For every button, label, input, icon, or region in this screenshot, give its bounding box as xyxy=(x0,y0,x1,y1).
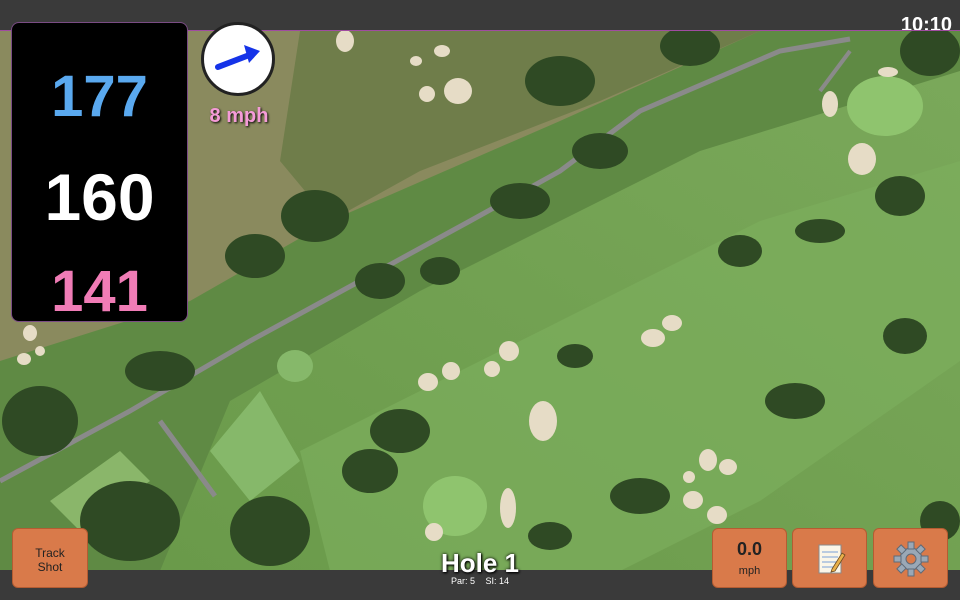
speed-value: 0.0 xyxy=(736,539,763,559)
track-shot-label-line1: Track xyxy=(35,546,65,560)
hole-stroke-index: SI: 14 xyxy=(485,576,510,586)
speed-button[interactable]: 0.0 mph xyxy=(712,528,787,588)
notes-button[interactable] xyxy=(792,528,867,588)
hole-details: Par: 5 SI: 14 xyxy=(380,576,580,586)
gear-icon xyxy=(893,541,928,577)
distance-front: 141 xyxy=(51,259,148,324)
speed-unit: mph xyxy=(738,565,761,577)
wind-arrow-icon xyxy=(215,45,260,70)
track-shot-label-line2: Shot xyxy=(37,560,63,574)
hole-par: Par: 5 xyxy=(450,576,475,586)
wind-indicator xyxy=(201,22,275,96)
settings-button[interactable] xyxy=(873,528,948,588)
wind-speed: 8 mph xyxy=(209,105,269,127)
distance-panel: 177 160 141 xyxy=(11,22,188,324)
distance-back: 177 xyxy=(51,64,148,129)
notepad-icon xyxy=(818,544,846,574)
hole-title: Hole 1 xyxy=(440,548,520,578)
distance-middle: 160 xyxy=(44,160,155,234)
track-shot-button[interactable]: Track Shot xyxy=(12,528,88,588)
